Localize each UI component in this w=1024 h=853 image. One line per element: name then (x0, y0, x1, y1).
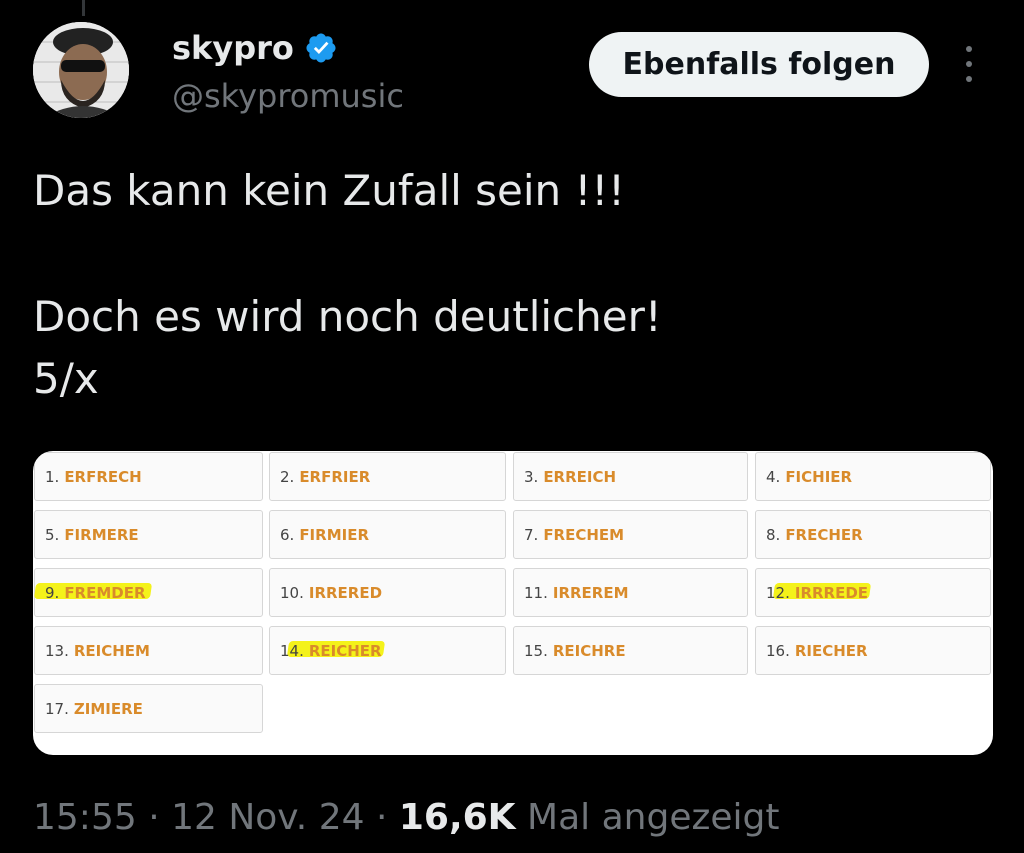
author-handle[interactable]: @skypromusic (172, 76, 404, 116)
grid-cell-word: REICHEM (73, 641, 150, 660)
grid-cell-word: FRECHEM (543, 525, 625, 544)
grid-cell-number: 15. (524, 641, 548, 660)
grid-cell-number: 3. (524, 467, 539, 486)
grid-cell-word: IRREREM (552, 583, 629, 602)
grid-cell: 15. REICHRE (513, 626, 748, 675)
grid-cell: 3. ERREICH (513, 452, 748, 501)
grid-cell-number: 14. (280, 641, 304, 660)
grid-cell-number: 2. (280, 467, 295, 486)
author-name[interactable]: skypro (172, 28, 294, 68)
view-count-label: Mal angezeigt (527, 797, 780, 838)
more-options-icon[interactable] (958, 46, 980, 82)
grid-cell-number: 9. (45, 583, 60, 602)
grid-cell: 13. REICHEM (34, 626, 263, 675)
verified-badge-icon (306, 33, 336, 63)
tweet-view: skypro @skypromusic Ebenfalls folgen Das… (0, 0, 1024, 853)
grid-cell: 1. ERFRECH (34, 452, 263, 501)
tweet-text: Das kann kein Zufall sein !!! Doch es wi… (33, 160, 993, 410)
grid-cell: 17. ZIMIERE (34, 684, 263, 733)
grid-cell: 2. ERFRIER (269, 452, 506, 501)
grid-cell-word: IRRREDE (794, 583, 869, 602)
grid-cell-word: ERFRIER (299, 467, 371, 486)
grid-cell-number: 1. (45, 467, 60, 486)
grid-cell-number: 12. (766, 583, 790, 602)
tweet-date[interactable]: 12 Nov. 24 (171, 797, 364, 838)
meta-separator: · (375, 797, 399, 838)
tweet-line: Das kann kein Zufall sein !!! (33, 166, 625, 215)
grid-cell-word: FIRMERE (64, 525, 139, 544)
grid-cell: 8. FRECHER (755, 510, 991, 559)
grid-cell: 7. FRECHEM (513, 510, 748, 559)
grid-cell-number: 10. (280, 583, 304, 602)
grid-cell-number: 6. (280, 525, 295, 544)
grid-cell: 9. FREMDER (33, 568, 263, 617)
tweet-meta: 15:55 · 12 Nov. 24 · 16,6K Mal angezeigt (33, 795, 780, 841)
grid-cell-word: ZIMIERE (73, 699, 143, 718)
tweet-time[interactable]: 15:55 (33, 797, 137, 838)
thread-connector-line (82, 0, 85, 16)
grid-cell-word: FIRMIER (299, 525, 369, 544)
grid-cell-number: 16. (766, 641, 790, 660)
grid-cell: 12. IRRREDE (755, 568, 991, 617)
grid-cell-number: 4. (766, 467, 781, 486)
avatar-image (33, 22, 129, 118)
grid-cell: 5. FIRMERE (34, 510, 263, 559)
tweet-line: 5/x (33, 354, 99, 403)
grid-cell-number: 7. (524, 525, 539, 544)
avatar[interactable] (33, 22, 129, 118)
grid-cell: 10. IRRERED (269, 568, 506, 617)
tweet-line: Doch es wird noch deutlicher! (33, 292, 662, 341)
grid-cell-word: IRRERED (308, 583, 383, 602)
grid-cell-word: REICHER (308, 641, 382, 660)
grid-cell-word: REICHRE (552, 641, 626, 660)
grid-cell-number: 13. (45, 641, 69, 660)
view-count: 16,6K (398, 797, 516, 838)
grid-cell-word: ERREICH (543, 467, 617, 486)
grid-cell-number: 17. (45, 699, 69, 718)
grid-cell: 11. IRREREM (513, 568, 748, 617)
meta-separator: · (148, 797, 172, 838)
grid-cell-number: 5. (45, 525, 60, 544)
grid-cell-number: 11. (524, 583, 548, 602)
grid-cell-word: FREMDER (64, 583, 146, 602)
grid-cell: 14. REICHER (269, 626, 506, 675)
grid-cell: 4. FICHIER (755, 452, 991, 501)
author-name-row[interactable]: skypro (172, 28, 338, 68)
grid-cell: 16. RIECHER (755, 626, 991, 675)
grid-cell-number: 8. (766, 525, 781, 544)
tweet-media-image[interactable]: 1. ERFRECH 2. ERFRIER 3. ERREICH 4. FICHIER 5. FI… (33, 451, 993, 755)
grid-cell-word: RIECHER (794, 641, 868, 660)
follow-button[interactable]: Ebenfalls folgen (589, 32, 929, 97)
grid-cell-word: FRECHER (785, 525, 863, 544)
grid-cell: 6. FIRMIER (269, 510, 506, 559)
grid-cell-word: ERFRECH (64, 467, 142, 486)
grid-cell-word: FICHIER (785, 467, 853, 486)
